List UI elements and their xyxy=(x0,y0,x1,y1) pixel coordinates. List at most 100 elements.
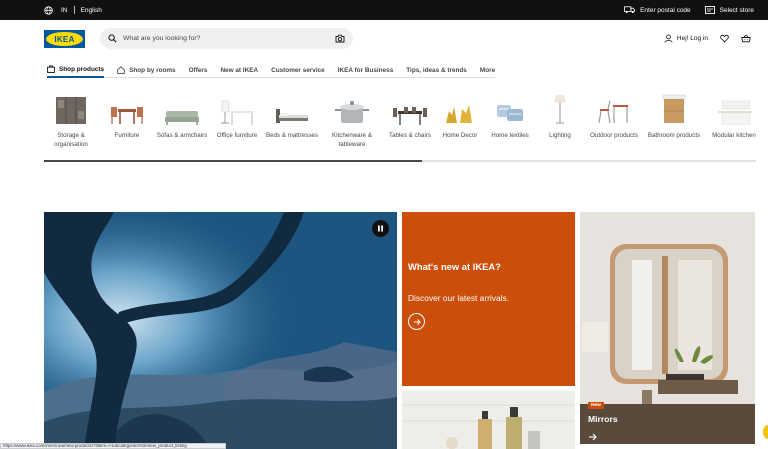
category-label-line2: organisation xyxy=(54,140,88,148)
globe-icon xyxy=(44,5,53,15)
select-store-button[interactable]: Select store xyxy=(704,6,754,14)
tab-shop-by-rooms[interactable]: Shop by rooms xyxy=(117,62,176,78)
tab-tips-ideas-trends[interactable]: Tips, ideas & trends xyxy=(406,62,467,78)
hero-banner[interactable] xyxy=(44,212,397,449)
delivery-truck-icon xyxy=(624,6,636,14)
category-bathroom[interactable]: Bathroom products xyxy=(644,93,704,141)
shopping-bag-icon xyxy=(47,65,55,73)
top-bar: IN English Enter postal code Select stor… xyxy=(0,0,768,20)
category-label: Outdoor products xyxy=(590,132,638,139)
category-label: Lighting xyxy=(549,132,571,139)
chat-widget-edge[interactable] xyxy=(763,425,768,439)
category-office[interactable]: Office furniture xyxy=(207,93,267,141)
main-nav: Shop products Shop by rooms Offers New a… xyxy=(47,62,496,78)
category-label-line2: tableware xyxy=(338,140,366,148)
arrow-right-icon xyxy=(589,433,597,441)
camera-icon[interactable] xyxy=(335,34,345,43)
kitchen-bottles-card[interactable] xyxy=(402,391,575,449)
new-badge: New xyxy=(588,402,604,409)
user-icon xyxy=(664,34,673,43)
category-modular-kitchen[interactable]: Modular kitchen xyxy=(704,93,756,141)
category-sofas[interactable]: Sofas & armchairs xyxy=(152,93,212,141)
pause-button[interactable] xyxy=(372,220,389,237)
category-storage[interactable]: Storage & organisation xyxy=(44,93,101,150)
sofa-image xyxy=(162,95,202,125)
tab-label: More xyxy=(479,66,496,74)
postal-code-label: Enter postal code xyxy=(640,6,691,14)
locale-selector[interactable]: IN English xyxy=(44,0,102,20)
tab-new-at-ikea[interactable]: New at IKEA xyxy=(220,62,258,78)
category-kitchenware[interactable]: Kitchenware & tableware xyxy=(322,93,382,150)
category-label: Furniture xyxy=(114,132,140,139)
search-bar[interactable] xyxy=(100,28,353,49)
category-beds[interactable]: Beds & mattresses xyxy=(262,93,322,141)
category-carousel: Storage & organisation Furniture Sofas &… xyxy=(44,93,756,155)
category-lighting[interactable]: Lighting xyxy=(530,93,590,141)
tab-label: IKEA for Business xyxy=(337,66,394,74)
lamp-image xyxy=(540,95,580,125)
category-label: Office furniture xyxy=(216,132,258,139)
tab-label: Customer service xyxy=(271,66,325,74)
decor-image xyxy=(440,95,480,125)
house-icon xyxy=(117,66,125,74)
dining-set-image xyxy=(390,95,430,125)
logo-text: IKEA xyxy=(54,34,75,44)
carousel-scroll-thumb[interactable] xyxy=(44,160,422,162)
tab-customer-service[interactable]: Customer service xyxy=(271,62,325,78)
category-label: Sofas & armchairs xyxy=(156,132,208,139)
postal-code-button[interactable]: Enter postal code xyxy=(624,6,691,14)
bed-image xyxy=(272,95,312,125)
category-label: Storage & xyxy=(57,132,85,139)
furniture-image xyxy=(107,95,147,125)
promo-title: What's new at IKEA? xyxy=(408,261,501,272)
tab-shop-products[interactable]: Shop products xyxy=(47,62,105,78)
textiles-image xyxy=(490,95,530,125)
cooking-pot-image xyxy=(332,95,372,125)
carousel-scrollbar[interactable] xyxy=(44,160,756,162)
mirrors-label: Mirrors xyxy=(588,414,618,424)
night-forest-illustration xyxy=(44,212,397,449)
divider xyxy=(73,6,75,14)
category-outdoor[interactable]: Outdoor products xyxy=(584,93,644,141)
heart-icon[interactable] xyxy=(720,34,729,43)
office-image xyxy=(217,95,257,125)
login-button[interactable]: Hej! Log in xyxy=(664,34,708,43)
tab-label: Shop by rooms xyxy=(129,66,176,74)
category-furniture[interactable]: Furniture xyxy=(97,93,157,141)
kitchen-bottles-image xyxy=(402,391,575,449)
select-store-label: Select store xyxy=(719,6,754,14)
category-label: Beds & mattresses xyxy=(266,132,318,139)
login-label: Hej! Log in xyxy=(676,35,708,42)
language-label: English xyxy=(80,6,102,14)
outdoor-image xyxy=(594,95,634,125)
storage-image xyxy=(51,95,91,125)
tab-label: Offers xyxy=(188,66,208,74)
tab-offers[interactable]: Offers xyxy=(189,62,208,78)
promo-subtitle: Discover our latest arrivals. xyxy=(408,293,509,303)
category-label: Kitchenware & xyxy=(332,132,372,139)
tab-label: New at IKEA xyxy=(220,66,259,74)
tab-more[interactable]: More xyxy=(480,62,495,78)
logo-oval: IKEA xyxy=(46,32,83,46)
country-code: IN xyxy=(61,6,68,14)
tab-label: Shop products xyxy=(59,65,105,73)
browser-status-url: https://www.ikea.com/in/en/new/new-produ… xyxy=(0,443,226,449)
shopping-basket-icon[interactable] xyxy=(741,34,751,43)
store-icon xyxy=(704,6,715,14)
bathroom-cabinet-image xyxy=(654,94,694,125)
arrow-right-icon xyxy=(413,318,421,325)
mirrors-card[interactable]: New Mirrors xyxy=(580,212,755,444)
mirrors-arrow[interactable] xyxy=(588,428,597,444)
category-label: Modular kitchen xyxy=(712,132,756,139)
mirror-room-image xyxy=(580,212,755,444)
search-icon xyxy=(108,34,117,43)
tab-label: Tips, ideas & trends xyxy=(406,66,467,74)
category-label: Bathroom products xyxy=(647,132,701,139)
ikea-logo[interactable]: IKEA xyxy=(44,30,85,48)
promo-arrow-button[interactable] xyxy=(408,313,425,330)
kitchen-image xyxy=(714,95,754,125)
new-arrivals-card[interactable]: What's new at IKEA? Discover our latest … xyxy=(402,212,575,386)
tab-ikea-for-business[interactable]: IKEA for Business xyxy=(338,62,394,78)
search-input[interactable] xyxy=(123,35,335,42)
pause-icon xyxy=(378,225,383,232)
